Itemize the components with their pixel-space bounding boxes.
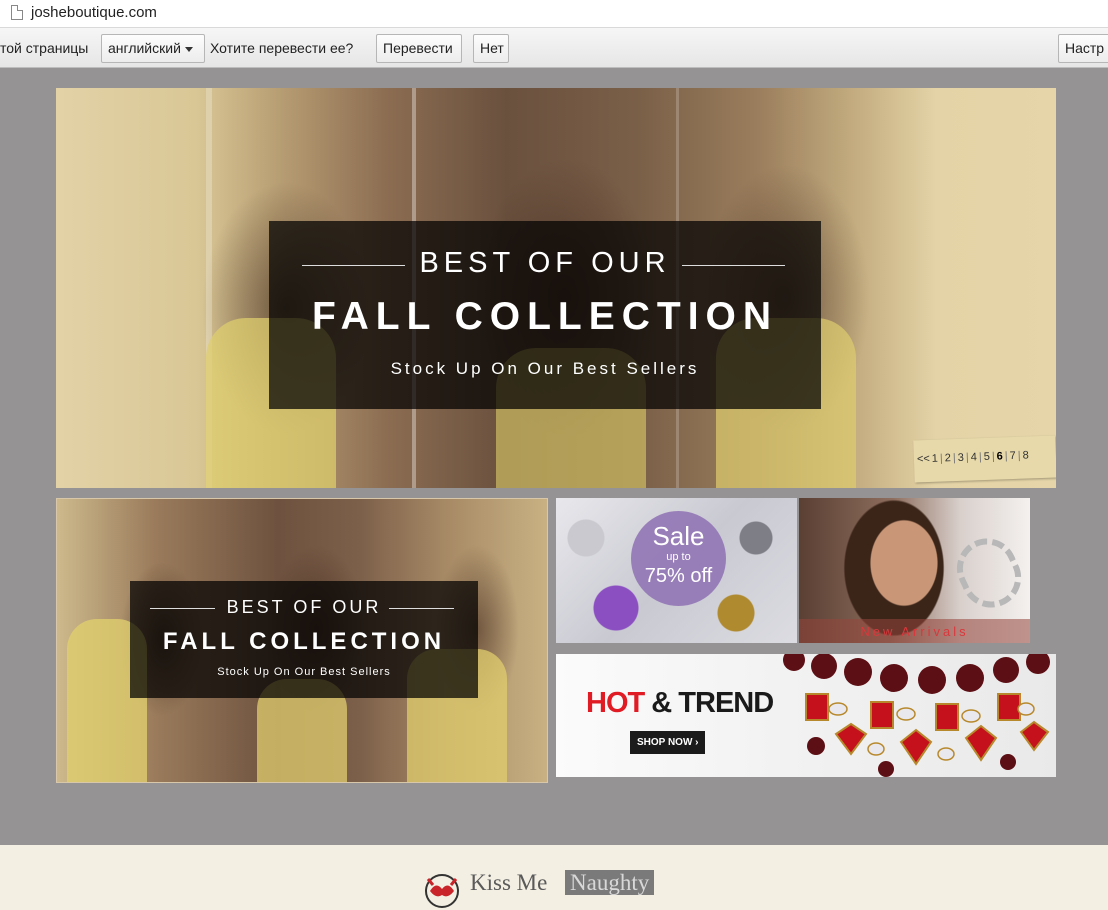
trend-word: & TREND [651,687,774,719]
language-value: английский [108,40,181,56]
translate-prefix: той страницы [0,40,89,56]
sale-badge: Sale up to 75% off [631,511,726,606]
url-text[interactable]: josheboutique.com [31,4,157,21]
hot-word: HOT [586,687,645,719]
sale-label: Sale [652,521,705,551]
hero-text-panel: BEST OF OUR FALL COLLECTION Stock Up On … [269,221,821,409]
page-icon [11,5,23,20]
slider-pager: << 1 | 2 | 3 | 4 | 5 | 6 | 7 | 8 [913,435,1056,483]
sale-upto: up to [666,551,691,563]
translate-question: Хотите перевести ее? [210,40,354,56]
hot-trend-banner[interactable]: HOT & TREND SHOP NOW › [556,654,1056,777]
hero-subtitle: Stock Up On Our Best Sellers [390,359,700,378]
shop-now-button[interactable]: SHOP NOW › [630,731,705,754]
banner-title: FALL COLLECTION [162,628,446,655]
new-arrivals-label: New Arrivals [799,619,1030,643]
hero-banner[interactable]: BEST OF OUR FALL COLLECTION Stock Up On … [56,88,1056,488]
sale-banner[interactable]: Sale up to 75% off [556,498,797,643]
sale-discount: 75% off [644,565,713,587]
translate-bar: той страницы английский Хотите перевести… [0,28,1108,68]
pager-page-current[interactable]: 6 [995,450,1004,462]
logo-icon [425,874,459,908]
banner-subtitle: Stock Up On Our Best Sellers [217,666,391,678]
settings-button[interactable]: Настр [1058,34,1108,63]
no-button[interactable]: Нет [473,34,509,63]
banner-line1: BEST OF OUR [226,597,382,617]
address-bar[interactable]: josheboutique.com [0,0,1108,28]
pager-page[interactable]: 8 [1021,449,1030,461]
pager-page[interactable]: 5 [983,451,992,463]
logo-highlight[interactable]: Naughty [565,870,655,895]
chevron-down-icon [184,46,193,52]
necklace-image [783,654,1050,777]
bracelet-image [947,528,1030,618]
hero-line1: BEST OF OUR [419,247,671,279]
banner-text-panel: BEST OF OUR FALL COLLECTION Stock Up On … [130,581,478,698]
pager-prev[interactable]: << [916,453,931,466]
fall-collection-banner[interactable]: BEST OF OUR FALL COLLECTION Stock Up On … [56,498,548,783]
language-select[interactable]: английский [101,34,205,63]
footer: Kiss Me Naughty [0,845,1108,910]
translate-button[interactable]: Перевести [376,34,462,63]
pager-page[interactable]: 7 [1008,450,1017,462]
hot-trend-title: HOT & TREND [586,687,774,720]
new-arrivals-banner[interactable]: New Arrivals [799,498,1030,643]
logo-text[interactable]: Kiss Me [470,870,547,896]
hero-title: FALL COLLECTION [311,295,779,338]
